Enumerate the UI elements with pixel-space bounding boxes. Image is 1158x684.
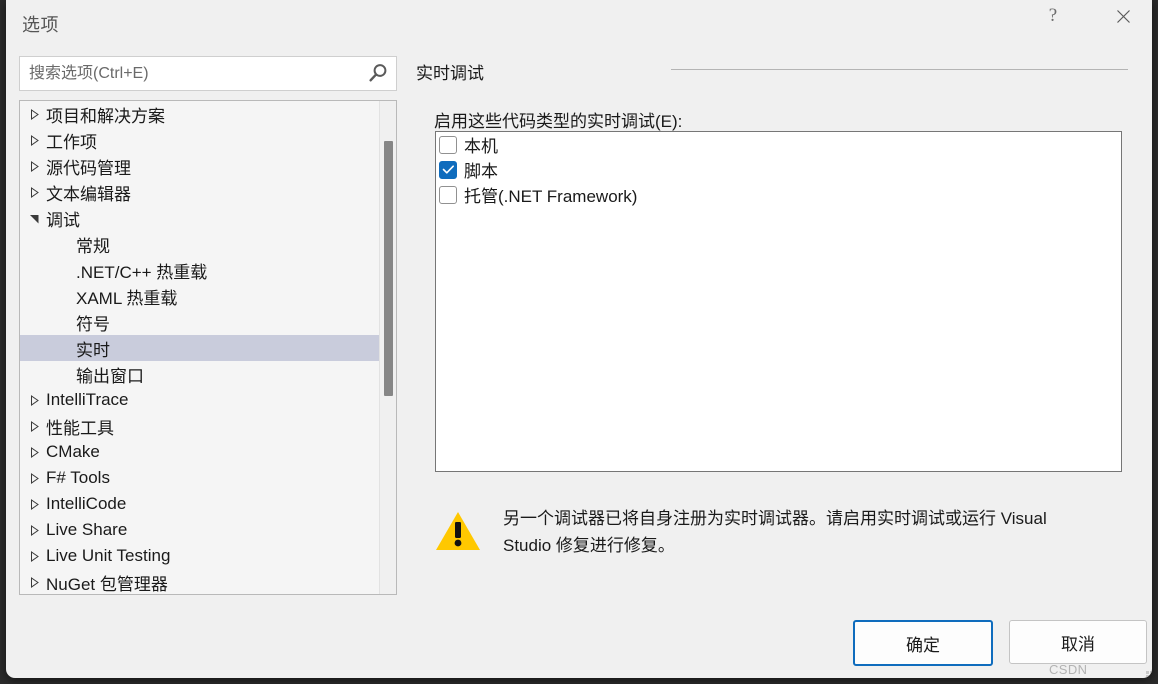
codetype-checkbox-label: 脚本 <box>464 162 498 181</box>
checkbox-unchecked-icon[interactable] <box>439 185 457 204</box>
cancel-button[interactable]: 取消 <box>1009 620 1147 664</box>
chevron-right-icon[interactable] <box>26 472 43 484</box>
tree-scrollbar-track[interactable] <box>379 101 396 594</box>
tree-item[interactable]: 项目和解决方案 <box>20 101 379 127</box>
ok-button[interactable]: 确定 <box>853 620 993 666</box>
tree-item-label: 项目和解决方案 <box>46 106 165 126</box>
tree-item-label: XAML 热重载 <box>76 288 178 308</box>
options-dialog: 选项 ? 项目和解决方案工作项源代码管理文本编辑器调试常规 .NET/C++ 热重… <box>6 0 1152 678</box>
watermark-dots-icon <box>1146 667 1152 678</box>
search-input[interactable] <box>20 57 360 90</box>
tree-item-label: 实时 <box>76 340 110 360</box>
codetype-checkbox-row[interactable]: 本机 <box>436 132 1121 157</box>
codetypes-checkbox-list[interactable]: 本机脚本托管(.NET Framework) <box>435 131 1122 472</box>
tree-item-label: 常规 <box>76 236 110 256</box>
chevron-down-icon[interactable] <box>26 213 43 224</box>
pane-title-divider <box>671 69 1128 70</box>
tree-item[interactable]: 文本编辑器 <box>20 179 379 205</box>
watermark-text: CSDN @mahuifa <box>1049 662 1111 678</box>
tree-item-label: NuGet 包管理器 <box>46 574 168 594</box>
tree-item[interactable]: 性能工具 <box>20 413 379 439</box>
close-icon <box>1116 9 1130 23</box>
checkbox-checked-icon[interactable] <box>439 160 457 179</box>
tree-item-label: 源代码管理 <box>46 158 131 178</box>
tree-item-label: CMake <box>46 442 100 461</box>
tree-item[interactable]: NuGet 包管理器 <box>20 569 379 594</box>
tree-item[interactable]: Live Unit Testing <box>20 543 379 569</box>
tree-item-label: .NET/C++ 热重载 <box>76 262 208 282</box>
warning-triangle-icon <box>436 512 480 550</box>
codetype-checkbox-label: 托管(.NET Framework) <box>464 187 638 206</box>
tree-item[interactable]: .NET/C++ 热重载 <box>20 257 379 283</box>
search-box[interactable] <box>19 56 397 91</box>
page-title: 选项 <box>22 15 59 35</box>
chevron-right-icon[interactable] <box>26 524 43 536</box>
chevron-right-icon[interactable] <box>26 576 43 588</box>
tree-item[interactable]: CMake <box>20 439 379 465</box>
tree-item[interactable]: F# Tools <box>20 465 379 491</box>
chevron-right-icon[interactable] <box>26 394 43 406</box>
tree-item[interactable]: 输出窗口 <box>20 361 379 387</box>
tree-item-label: 调试 <box>46 210 80 230</box>
tree-item-label: Live Share <box>46 520 128 539</box>
tree-item[interactable]: 调试 <box>20 205 379 231</box>
tree-item-label: IntelliCode <box>46 494 127 513</box>
codetype-checkbox-row[interactable]: 托管(.NET Framework) <box>436 182 1121 207</box>
codetype-checkbox-label: 本机 <box>464 137 498 156</box>
tree-item[interactable]: 源代码管理 <box>20 153 379 179</box>
question-mark-icon: ? <box>1048 5 1058 26</box>
chevron-right-icon[interactable] <box>26 134 43 146</box>
tree-item-label: IntelliTrace <box>46 390 129 409</box>
tree-item[interactable]: 常规 <box>20 231 379 257</box>
tree-item[interactable]: IntelliCode <box>20 491 379 517</box>
close-button[interactable] <box>1100 0 1146 32</box>
chevron-right-icon[interactable] <box>26 550 43 562</box>
chevron-right-icon[interactable] <box>26 186 43 198</box>
help-button[interactable]: ? <box>1030 0 1076 32</box>
chevron-right-icon[interactable] <box>26 420 43 432</box>
tree-item-label: Live Unit Testing <box>46 546 171 565</box>
tree-item-label: F# Tools <box>46 468 110 487</box>
options-tree-list[interactable]: 项目和解决方案 工作项源代码管理文本编辑器调试常规 .NET/C++ 热重载 XAML… <box>20 101 379 594</box>
tree-item[interactable]: 工作项 <box>20 127 379 153</box>
tree-item[interactable]: 符号 <box>20 309 379 335</box>
tree-item-label: 文本编辑器 <box>46 184 131 204</box>
options-tree-panel: 项目和解决方案 工作项源代码管理文本编辑器调试常规 .NET/C++ 热重载 XAML… <box>19 100 397 595</box>
tree-item[interactable]: XAML 热重载 <box>20 283 379 309</box>
tree-item-label: 性能工具 <box>46 418 114 438</box>
warning-text: 另一个调试器已将自身注册为实时调试器。请启用实时调试或运行 Visual Stu… <box>503 509 1047 555</box>
tree-item[interactable]: 实时 <box>20 335 379 361</box>
tree-item-label: 符号 <box>76 314 110 334</box>
tree-item[interactable]: IntelliTrace <box>20 387 379 413</box>
ok-button-label: 确定 <box>906 635 940 655</box>
codetype-checkbox-row[interactable]: 脚本 <box>436 157 1121 182</box>
tree-scrollbar-thumb[interactable] <box>384 141 393 396</box>
tree-item-label: 工作项 <box>46 132 97 152</box>
pane-title: 实时调试 <box>416 64 484 83</box>
chevron-right-icon[interactable] <box>26 498 43 510</box>
chevron-right-icon[interactable] <box>26 446 43 458</box>
search-icon <box>369 64 387 82</box>
tree-item-label: 输出窗口 <box>76 366 144 386</box>
chevron-right-icon[interactable] <box>26 160 43 172</box>
checkbox-unchecked-icon[interactable] <box>439 135 457 154</box>
codetypes-label: 启用这些代码类型的实时调试(E): <box>434 112 683 131</box>
tree-item[interactable]: Live Share <box>20 517 379 543</box>
title-bar: 选项 ? <box>6 0 1152 44</box>
warning-message: 另一个调试器已将自身注册为实时调试器。请启用实时调试或运行 Visual Stu… <box>434 505 1124 559</box>
cancel-button-label: 取消 <box>1061 634 1095 654</box>
chevron-right-icon[interactable] <box>26 108 43 120</box>
